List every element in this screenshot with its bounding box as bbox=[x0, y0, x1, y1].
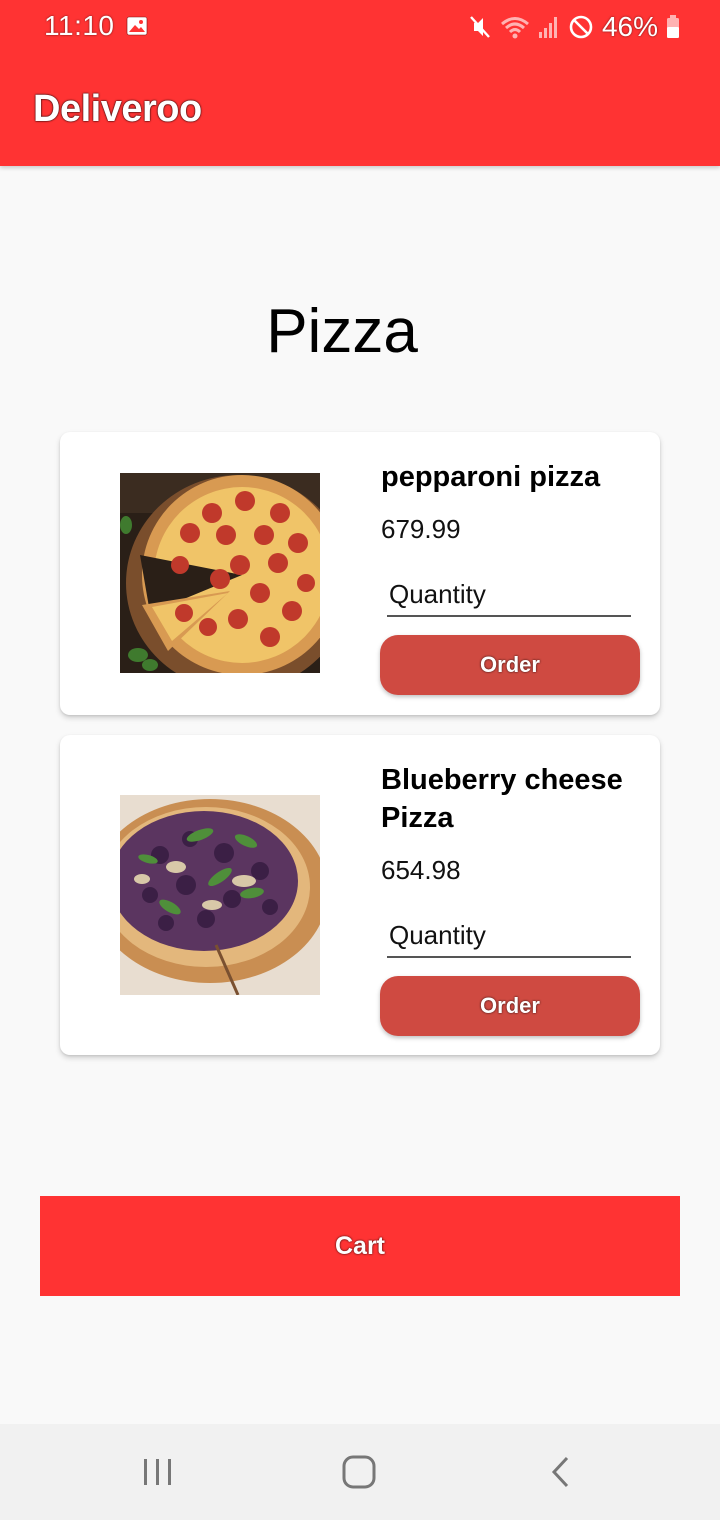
battery-icon bbox=[666, 15, 680, 39]
order-button[interactable]: Order bbox=[380, 635, 640, 695]
mute-icon bbox=[468, 14, 492, 40]
product-card: pepparoni pizza 679.99 Order bbox=[60, 432, 660, 715]
product-name: pepparoni pizza bbox=[381, 461, 601, 493]
home-icon[interactable] bbox=[329, 1448, 389, 1496]
blueberry-pizza-image bbox=[120, 795, 320, 995]
status-time: 11:10 bbox=[44, 10, 115, 41]
signal-icon bbox=[538, 15, 560, 39]
page-title: Pizza bbox=[266, 297, 418, 366]
back-icon[interactable] bbox=[531, 1448, 591, 1496]
pepperoni-pizza-image bbox=[120, 473, 320, 673]
do-not-disturb-icon bbox=[568, 14, 594, 40]
app-bar: 11:10 46% Deliveroo bbox=[0, 0, 720, 166]
wifi-icon bbox=[500, 14, 530, 40]
status-icons: 46% bbox=[468, 10, 680, 44]
navigation-bar bbox=[0, 1424, 720, 1520]
product-name: Blueberry cheese Pizza bbox=[381, 764, 623, 834]
product-price: 679.99 bbox=[381, 514, 461, 544]
cart-button[interactable]: Cart bbox=[40, 1196, 680, 1296]
product-price: 654.98 bbox=[381, 855, 461, 885]
product-card: Blueberry cheese Pizza 654.98 Order bbox=[60, 735, 660, 1055]
image-icon bbox=[126, 15, 148, 37]
quantity-input[interactable] bbox=[387, 918, 631, 958]
recent-apps-icon[interactable] bbox=[128, 1448, 188, 1496]
battery-percent: 46% bbox=[601, 11, 658, 42]
app-title: Deliveroo bbox=[33, 88, 202, 130]
order-button[interactable]: Order bbox=[380, 976, 640, 1036]
quantity-input[interactable] bbox=[387, 577, 631, 617]
